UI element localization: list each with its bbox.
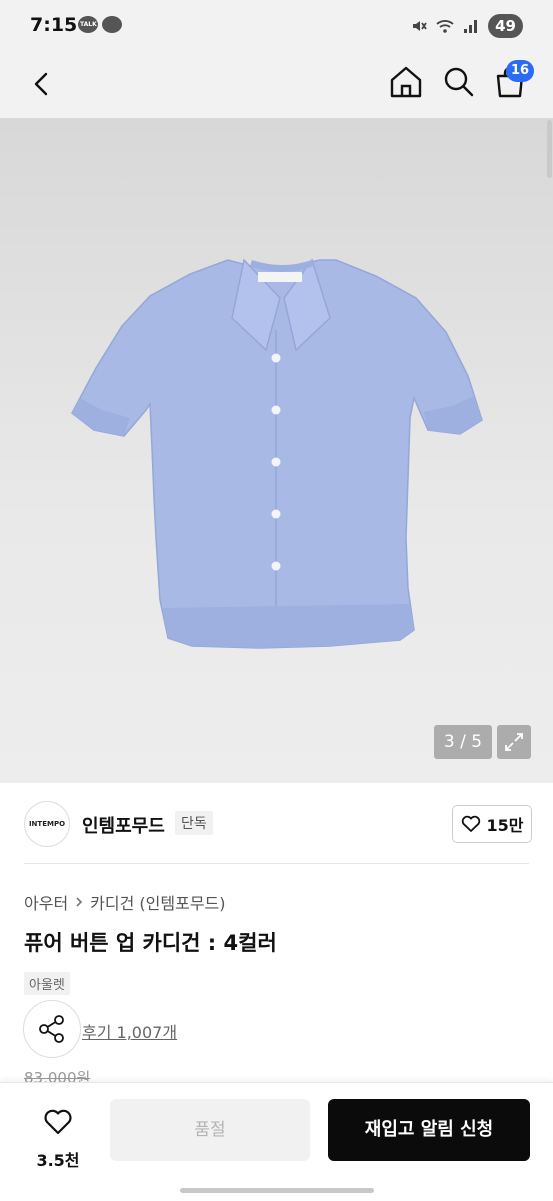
wishlist-button[interactable]: 3.5천 [20, 1101, 96, 1170]
restock-alert-button[interactable]: 재입고 알림 신청 [328, 1099, 530, 1161]
share-button[interactable] [23, 1000, 81, 1058]
breadcrumb: 아우터 카디건 (인템포무드) [24, 890, 226, 914]
soldout-button[interactable]: 품절 [110, 1099, 310, 1161]
status-bar: 7:15 49 [0, 0, 553, 52]
home-icon[interactable] [386, 62, 426, 102]
breadcrumb-subcategory[interactable]: 카디건 (인템포무드) [90, 890, 225, 914]
outlet-badge: 아울렛 [24, 972, 70, 995]
share-icon [39, 1015, 64, 1043]
product-title: 퓨어 버튼 업 카디건 : 4컬러 [24, 931, 277, 955]
exclusive-badge: 단독 [175, 811, 213, 835]
bottom-action-bar: 3.5천 품절 재입고 알림 신청 [0, 1082, 553, 1201]
brand-name[interactable]: 인템포무드 [82, 812, 165, 838]
product-image[interactable] [0, 118, 553, 783]
wifi-icon [436, 20, 454, 33]
app-header: 16 [0, 52, 553, 118]
status-time: 7:15 [30, 14, 78, 36]
breadcrumb-category[interactable]: 아우터 [24, 890, 68, 914]
heart-icon [461, 815, 480, 832]
divider [24, 863, 529, 864]
search-icon[interactable] [439, 62, 479, 102]
status-icons: 49 [410, 14, 523, 38]
chevron-right-icon [76, 897, 83, 907]
brand-like-button[interactable]: 15만 [452, 805, 532, 843]
signal-icon [464, 20, 478, 33]
kakaotalk-icon [78, 16, 98, 33]
brand-row: INTEMPO 인템포무드 단독 15만 [0, 783, 553, 863]
scroll-indicator [547, 120, 552, 178]
brand-logo[interactable]: INTEMPO [24, 801, 70, 847]
brand-like-count: 15만 [486, 816, 524, 835]
battery-indicator: 49 [488, 14, 523, 38]
chat-icon [102, 16, 122, 33]
heart-icon [44, 1109, 72, 1135]
mute-icon [413, 21, 427, 31]
cardigan-image [71, 258, 483, 649]
back-icon[interactable] [22, 64, 62, 104]
expand-button[interactable] [497, 725, 531, 759]
cart-count-badge: 16 [506, 60, 534, 82]
home-indicator [180, 1188, 374, 1193]
wishlist-count: 3.5천 [36, 1151, 80, 1170]
reviews-link[interactable]: 후기 1,007개 [82, 1019, 177, 1043]
image-counter: 3 / 5 [434, 725, 492, 759]
expand-icon [505, 733, 523, 751]
